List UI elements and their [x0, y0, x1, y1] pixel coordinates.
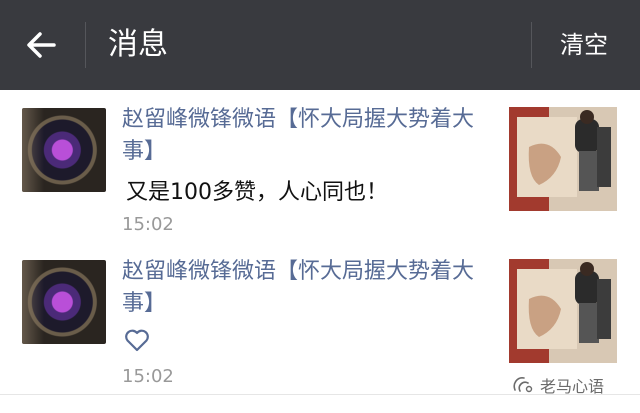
page-title: 消息	[108, 27, 168, 62]
painting-image	[509, 259, 617, 363]
painting-image	[509, 107, 617, 211]
back-button[interactable]	[18, 22, 64, 68]
arrow-left-icon	[27, 32, 56, 58]
watermark-text: 老马心语	[540, 377, 605, 396]
heart-outline-icon	[125, 329, 149, 352]
avatar[interactable]	[22, 108, 106, 192]
watermark: 老马心语	[512, 374, 604, 396]
sender-name[interactable]: 赵留峰微锋微语【怀大局握大势着大事】	[122, 104, 497, 168]
header-divider	[531, 22, 532, 68]
message-content: 又是100多赞，人心同也！	[126, 180, 388, 205]
post-thumbnail[interactable]	[509, 259, 617, 363]
clear-button[interactable]: 清空	[560, 0, 608, 90]
top-bar: 消息 清空	[0, 0, 640, 90]
message-item[interactable]: 赵留峰微锋微语【怀大局握大势着大事】 又是100多赞，人心同也！ 15:02	[0, 90, 640, 243]
sender-name[interactable]: 赵留峰微锋微语【怀大局握大势着大事】	[122, 256, 497, 320]
post-thumbnail[interactable]	[509, 107, 617, 211]
header-divider	[85, 22, 86, 68]
wechat-channel-icon	[513, 377, 533, 393]
avatar[interactable]	[22, 260, 106, 344]
message-time: 15:02	[122, 366, 174, 387]
message-time: 15:02	[122, 214, 174, 235]
